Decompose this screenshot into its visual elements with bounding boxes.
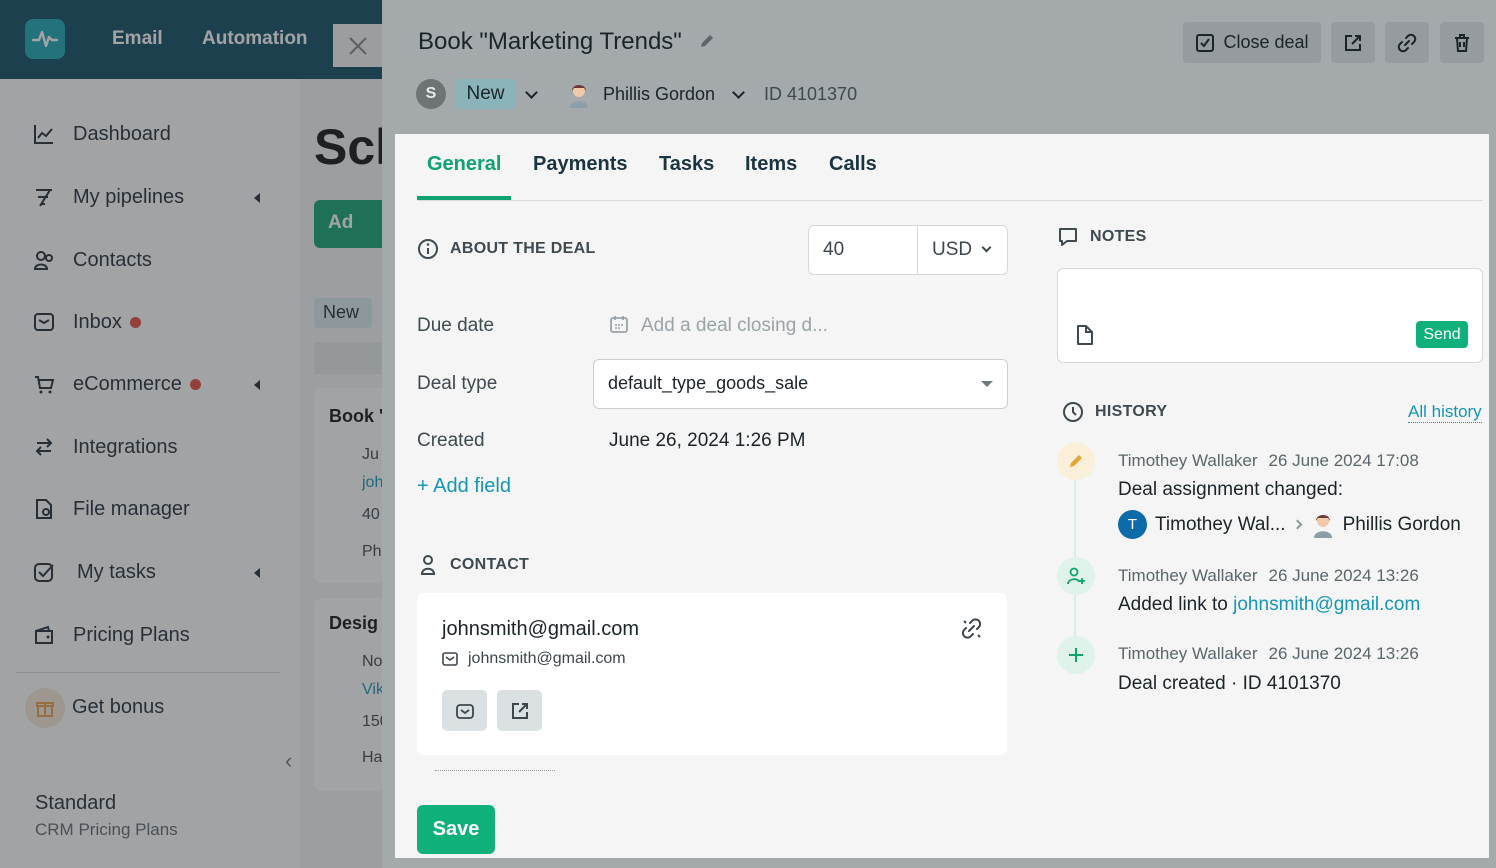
trash-icon xyxy=(1455,33,1469,52)
tab-items[interactable]: Items xyxy=(745,153,797,176)
pencil-icon xyxy=(1057,442,1095,480)
chevron-down-icon[interactable] xyxy=(732,86,745,99)
add-field-link[interactable]: + Add field xyxy=(417,475,511,498)
open-contact-button[interactable] xyxy=(497,690,542,731)
section-title: ABOUT THE DEAL xyxy=(450,240,596,257)
external-link-icon xyxy=(1345,34,1361,51)
deal-id: ID 4101370 xyxy=(764,84,858,104)
notes-heading: NOTES xyxy=(1057,226,1147,248)
unlink-icon[interactable] xyxy=(960,617,984,641)
external-link-icon xyxy=(511,702,528,719)
add-user-icon xyxy=(1057,557,1095,595)
section-title: CONTACT xyxy=(450,556,530,573)
close-deal-button[interactable]: Close deal xyxy=(1183,22,1321,63)
pencil-icon[interactable] xyxy=(698,32,716,50)
amount-value[interactable]: 40 xyxy=(823,239,844,261)
copy-link-button[interactable] xyxy=(1385,22,1429,63)
assignment-change-row: T Timothey Wal... Phillis Gordon xyxy=(1118,510,1461,539)
delete-deal-button[interactable] xyxy=(1440,22,1484,63)
history-meta: Timothey Wallaker 26 June 2024 17:08 xyxy=(1118,451,1419,471)
avatar xyxy=(1313,514,1332,538)
history-author: Timothey Wallaker xyxy=(1118,644,1258,663)
save-button[interactable]: Save xyxy=(417,805,495,854)
calendar-icon[interactable] xyxy=(609,314,629,334)
tab-bar: General Payments Tasks Items Calls xyxy=(417,134,1483,201)
deal-type-label: Deal type xyxy=(417,373,498,394)
contact-email[interactable]: johnsmith@gmail.com xyxy=(468,650,626,668)
tab-general[interactable]: General xyxy=(427,153,501,176)
history-contact-link[interactable]: johnsmith@gmail.com xyxy=(1233,594,1420,615)
info-icon xyxy=(417,238,439,260)
history-heading: HISTORY xyxy=(1062,401,1167,423)
history-author: Timothey Wallaker xyxy=(1118,566,1258,585)
comment-icon xyxy=(1057,226,1079,248)
history-time: 26 June 2024 13:26 xyxy=(1268,566,1419,585)
clock-icon xyxy=(1062,401,1084,423)
section-title: HISTORY xyxy=(1095,403,1168,420)
caret-down-icon xyxy=(981,381,993,387)
contact-card: johnsmith@gmail.com johnsmith@gmail.com xyxy=(417,593,1007,755)
chevron-down-icon[interactable] xyxy=(525,86,538,99)
history-text: Deal assignment changed: xyxy=(1118,479,1343,500)
about-deal-heading: ABOUT THE DEAL xyxy=(417,238,596,260)
mail-icon xyxy=(442,651,458,667)
chevron-right-icon xyxy=(1292,519,1303,530)
open-new-tab-button[interactable] xyxy=(1331,22,1375,63)
created-value: June 26, 2024 1:26 PM xyxy=(609,430,806,451)
person-icon xyxy=(417,554,439,576)
link-icon xyxy=(1397,33,1417,52)
history-text: Deal created · ID 4101370 xyxy=(1118,673,1341,694)
avatar: T xyxy=(1118,510,1147,539)
owner-name[interactable]: Phillis Gordon xyxy=(603,84,715,105)
send-note-button[interactable]: Send xyxy=(1416,321,1468,348)
history-time: 26 June 2024 17:08 xyxy=(1268,451,1419,470)
due-date-label: Due date xyxy=(417,315,495,336)
tab-tasks[interactable]: Tasks xyxy=(659,153,714,176)
history-author: Timothey Wallaker xyxy=(1118,451,1258,470)
notes-input[interactable]: Send xyxy=(1057,268,1483,363)
divider xyxy=(917,226,918,274)
contact-email-row: johnsmith@gmail.com xyxy=(442,650,626,668)
created-label: Created xyxy=(417,430,485,451)
deal-type-select[interactable]: default_type_goods_sale xyxy=(593,359,1008,409)
scroll-peek xyxy=(435,770,555,776)
history-text-label: Added link to xyxy=(1118,594,1228,615)
status-initial-avatar: S xyxy=(416,79,446,109)
plus-icon xyxy=(1057,636,1095,674)
amount-field[interactable]: 40 USD xyxy=(808,225,1008,275)
active-tab-indicator xyxy=(417,196,511,200)
previous-owner: Timothey Wal... xyxy=(1155,513,1286,535)
deal-title: Book "Marketing Trends" xyxy=(418,28,682,55)
checkbox-icon xyxy=(1196,33,1215,52)
mail-icon xyxy=(455,703,474,719)
history-meta: Timothey Wallaker 26 June 2024 13:26 xyxy=(1118,644,1419,664)
history-text: Added link to johnsmith@gmail.com xyxy=(1118,594,1420,616)
status-badge[interactable]: New xyxy=(456,79,515,109)
attachment-icon[interactable] xyxy=(1074,324,1094,346)
all-history-link[interactable]: All history xyxy=(1408,402,1482,423)
tab-payments[interactable]: Payments xyxy=(533,153,628,176)
owner-avatar xyxy=(570,85,588,108)
drawer-body: General Payments Tasks Items Calls ABOUT… xyxy=(395,134,1489,858)
chevron-down-icon[interactable] xyxy=(981,242,992,253)
history-time: 26 June 2024 13:26 xyxy=(1268,644,1419,663)
new-owner: Phillis Gordon xyxy=(1342,513,1461,535)
contact-name[interactable]: johnsmith@gmail.com xyxy=(442,618,639,641)
currency-select[interactable]: USD xyxy=(932,239,972,261)
deal-type-value: default_type_goods_sale xyxy=(608,373,809,393)
send-email-button[interactable] xyxy=(442,690,487,731)
close-deal-label: Close deal xyxy=(1223,32,1309,52)
contact-heading: CONTACT xyxy=(417,554,529,576)
section-title: NOTES xyxy=(1090,228,1147,245)
due-date-input[interactable]: Add a deal closing d... xyxy=(641,315,828,337)
tab-calls[interactable]: Calls xyxy=(829,153,877,176)
history-meta: Timothey Wallaker 26 June 2024 13:26 xyxy=(1118,566,1419,586)
deal-drawer: Book "Marketing Trends" Close deal S New… xyxy=(382,0,1496,868)
